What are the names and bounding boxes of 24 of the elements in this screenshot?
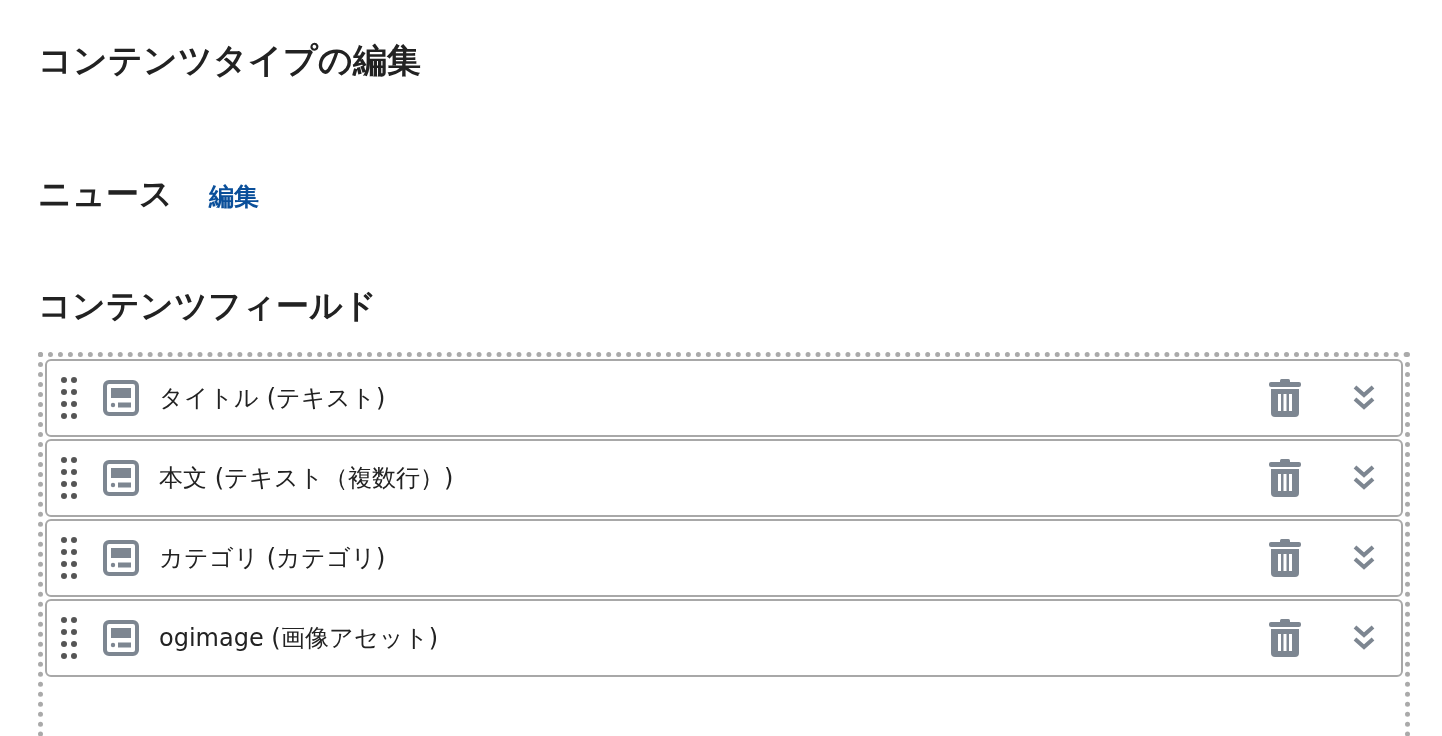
field-row[interactable]: タイトル (テキスト) xyxy=(45,359,1403,437)
field-label: タイトル (テキスト) xyxy=(159,383,387,414)
chevron-down-icon[interactable] xyxy=(1353,545,1375,571)
field-type-icon xyxy=(103,460,139,496)
content-type-name: ニュース xyxy=(38,173,173,215)
page-title: コンテンツタイプの編集 xyxy=(38,39,422,82)
field-row[interactable]: 本文 (テキスト（複数行）) xyxy=(45,439,1403,517)
field-label: ogimage (画像アセット) xyxy=(159,623,440,654)
section-heading: コンテンツフィールド xyxy=(38,285,378,327)
trash-icon[interactable] xyxy=(1269,619,1301,657)
field-type-icon xyxy=(103,380,139,416)
trash-icon[interactable] xyxy=(1269,539,1301,577)
edit-link[interactable]: 編集 xyxy=(209,180,259,213)
field-label: 本文 (テキスト（複数行）) xyxy=(159,463,455,494)
field-row[interactable]: ogimage (画像アセット) xyxy=(45,599,1403,677)
chevron-down-icon[interactable] xyxy=(1353,625,1375,651)
chevron-down-icon[interactable] xyxy=(1353,385,1375,411)
chevron-down-icon[interactable] xyxy=(1353,465,1375,491)
trash-icon[interactable] xyxy=(1269,379,1301,417)
field-type-icon xyxy=(103,620,139,656)
field-type-icon xyxy=(103,540,139,576)
field-row[interactable]: カテゴリ (カテゴリ) xyxy=(45,519,1403,597)
field-label: カテゴリ (カテゴリ) xyxy=(159,543,387,574)
trash-icon[interactable] xyxy=(1269,459,1301,497)
